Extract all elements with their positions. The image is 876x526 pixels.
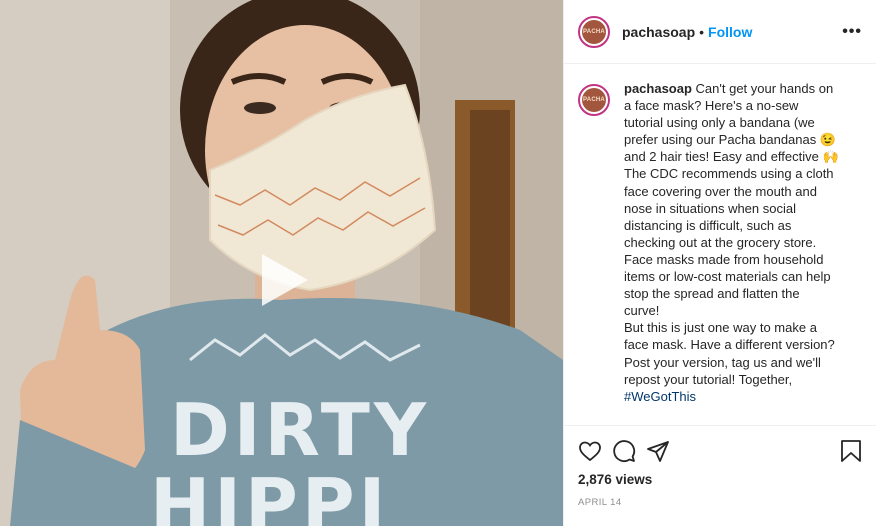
caption-line: a face mask? Here's a no-sew <box>624 98 799 114</box>
caption-line: distancing is difficult, such as <box>624 217 792 233</box>
caption-line: stop the spread and flatten the <box>624 286 800 302</box>
follow-button[interactable]: Follow <box>708 24 752 40</box>
play-icon[interactable] <box>252 250 312 310</box>
comment-icon[interactable] <box>612 439 636 463</box>
hashtag-link[interactable]: #WeGotThis <box>624 389 696 404</box>
heart-icon[interactable] <box>578 439 602 463</box>
caption-username[interactable]: pachasoap <box>624 81 692 96</box>
caption-line: repost your tutorial! Together, <box>624 371 793 387</box>
caption-line: But this is just one way to make a <box>624 320 817 336</box>
caption-line: and 2 hair ties! Easy and effective 🙌 <box>624 149 839 165</box>
caption-line: Can't get your hands on <box>695 81 834 96</box>
caption-line: items or low-cost materials can help <box>624 269 831 285</box>
action-bar <box>578 434 862 468</box>
caption-line: Face masks made from household <box>624 251 824 267</box>
views-count[interactable]: 2,876 views <box>578 472 862 487</box>
caption-line: The CDC recommends using a cloth <box>624 166 834 182</box>
more-options-icon[interactable]: ••• <box>842 23 862 41</box>
caption-line: prefer using our Pacha bandanas 😉 <box>624 132 837 148</box>
separator-dot: • <box>699 23 705 40</box>
post-date[interactable]: APRIL 14 <box>578 497 862 508</box>
caption-line: tutorial using only a bandana (we <box>624 115 815 131</box>
caption-line: face covering over the mouth and <box>624 183 817 199</box>
caption-section: PACHA pachasoap Can't get your hands on … <box>564 64 876 425</box>
shirt-text-line1: DIRTY <box>170 388 430 472</box>
post-header: PACHA pachasoap • Follow ••• <box>564 0 876 64</box>
instagram-post: DIRTY HIPPI PACHA pachasoap • Follow ••• <box>0 0 876 526</box>
caption-text: pachasoap Can't get your hands on a face… <box>624 80 858 425</box>
share-icon[interactable] <box>646 439 670 463</box>
caption-avatar-logo: PACHA <box>582 88 606 112</box>
video-media[interactable]: DIRTY HIPPI <box>0 0 563 526</box>
shirt-text-line2: HIPPI <box>150 463 389 526</box>
username-link[interactable]: pachasoap <box>622 24 695 40</box>
post-sidebar: PACHA pachasoap • Follow ••• PACHA pacha… <box>563 0 876 526</box>
caption-avatar[interactable]: PACHA <box>578 84 610 116</box>
caption-line: curve! <box>624 303 660 319</box>
bookmark-icon[interactable] <box>840 439 862 463</box>
caption-line: Post your version, tag us and we'll <box>624 354 821 370</box>
caption-line: face mask. Have a different version? <box>624 337 835 353</box>
post-actions-section: 2,876 views APRIL 14 <box>564 425 876 526</box>
caption-line: nose in situations when social <box>624 200 796 216</box>
avatar-logo: PACHA <box>582 19 606 44</box>
caption-line: checking out at the grocery store. <box>624 234 817 250</box>
avatar[interactable]: PACHA <box>578 15 610 48</box>
